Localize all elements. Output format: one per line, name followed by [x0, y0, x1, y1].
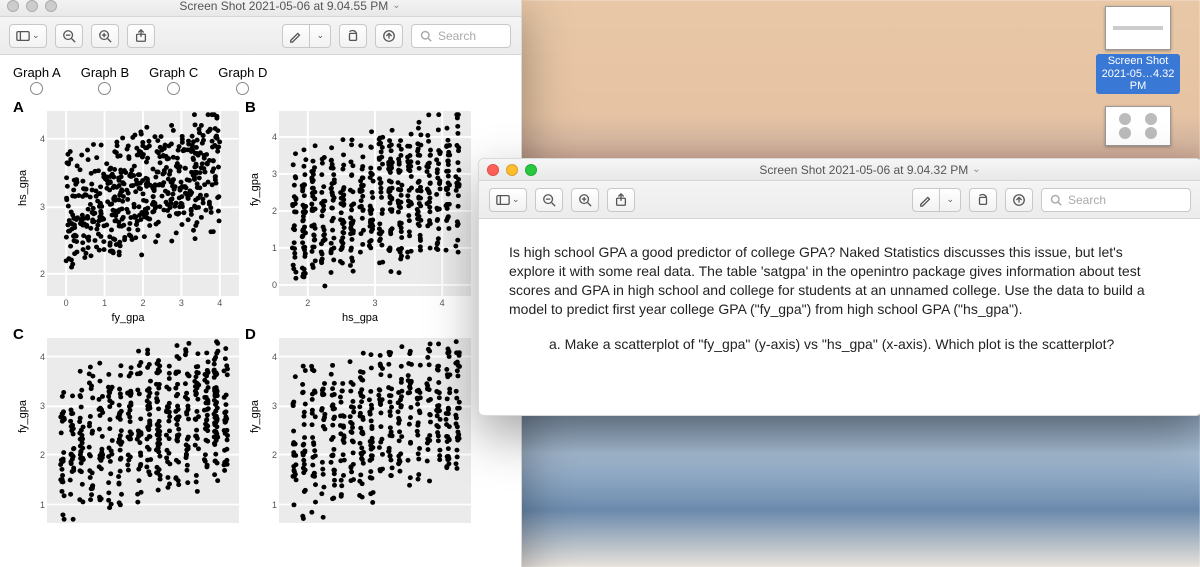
search-placeholder: Search [438, 29, 476, 43]
chevron-down-icon[interactable]: ⌄ [392, 0, 400, 11]
markup-button[interactable] [282, 24, 310, 48]
answer-options-row: Graph A Graph B Graph C Graph D [13, 65, 513, 95]
minimize-button[interactable] [26, 0, 38, 12]
desktop-file-icon[interactable]: Screen Shot 2021-05…4.32 PM [1096, 6, 1180, 94]
search-icon [420, 30, 432, 42]
rotate-button[interactable] [339, 24, 367, 48]
window-title: Screen Shot 2021-05-06 at 9.04.55 PM [179, 0, 388, 13]
option-d[interactable]: Graph D [218, 65, 267, 95]
minimize-button[interactable] [506, 164, 518, 176]
search-icon [1050, 194, 1062, 206]
window-titlebar[interactable]: Screen Shot 2021-05-06 at 9.04.55 PM ⌄ [0, 0, 521, 17]
desktop-file-icon[interactable] [1096, 106, 1180, 150]
preview-window-graphs[interactable]: Screen Shot 2021-05-06 at 9.04.55 PM ⌄ ⌄… [0, 0, 522, 567]
share-button[interactable] [127, 24, 155, 48]
question-a: a. Make a scatterplot of "fy_gpa" (y-axi… [509, 335, 1171, 354]
share-button[interactable] [607, 188, 635, 212]
window-toolbar: ⌄ ⌄ Search [0, 17, 521, 55]
plot-panel-a: A hs_gpa 234 01234 fy_gpa [13, 99, 243, 324]
markup-menu-button[interactable]: ⌄ [310, 24, 331, 48]
graphs-document: Graph A Graph B Graph C Graph D A hs_gpa… [0, 55, 521, 551]
file-thumbnail [1105, 6, 1171, 50]
sidebar-toggle-button[interactable]: ⌄ [489, 188, 527, 212]
chevron-down-icon[interactable]: ⌄ [972, 164, 980, 175]
close-button[interactable] [487, 164, 499, 176]
zoom-out-button[interactable] [55, 24, 83, 48]
search-input[interactable]: Search [411, 24, 511, 48]
zoom-button[interactable] [525, 164, 537, 176]
rotate-button[interactable] [969, 188, 997, 212]
window-titlebar[interactable]: Screen Shot 2021-05-06 at 9.04.32 PM ⌄ [479, 159, 1200, 181]
option-a[interactable]: Graph A [13, 65, 61, 95]
sidebar-toggle-button[interactable]: ⌄ [9, 24, 47, 48]
zoom-out-button[interactable] [535, 188, 563, 212]
document-body: Is high school GPA a good predictor of c… [479, 219, 1200, 389]
file-thumbnail [1105, 106, 1171, 146]
option-b[interactable]: Graph B [81, 65, 129, 95]
zoom-in-button[interactable] [571, 188, 599, 212]
markup-menu-button[interactable]: ⌄ [940, 188, 961, 212]
file-label: Screen Shot 2021-05…4.32 PM [1096, 54, 1180, 94]
zoom-button[interactable] [45, 0, 57, 12]
preview-window-document[interactable]: Screen Shot 2021-05-06 at 9.04.32 PM ⌄ ⌄… [478, 158, 1200, 416]
annotate-button[interactable] [1005, 188, 1033, 212]
search-input[interactable]: Search [1041, 188, 1191, 212]
zoom-in-button[interactable] [91, 24, 119, 48]
intro-paragraph: Is high school GPA a good predictor of c… [509, 243, 1171, 319]
markup-button[interactable] [912, 188, 940, 212]
window-title: Screen Shot 2021-05-06 at 9.04.32 PM [759, 163, 968, 177]
window-toolbar: ⌄ ⌄ Search [479, 181, 1200, 219]
search-placeholder: Search [1068, 193, 1106, 207]
annotate-button[interactable] [375, 24, 403, 48]
plot-panel-b: B fy_gpa 01234 234 hs_gpa [245, 99, 475, 324]
close-button[interactable] [7, 0, 19, 12]
plot-panel-c: C fy_gpa 1234 [13, 326, 243, 551]
option-c[interactable]: Graph C [149, 65, 198, 95]
plot-panel-d: D fy_gpa 1234 [245, 326, 475, 551]
